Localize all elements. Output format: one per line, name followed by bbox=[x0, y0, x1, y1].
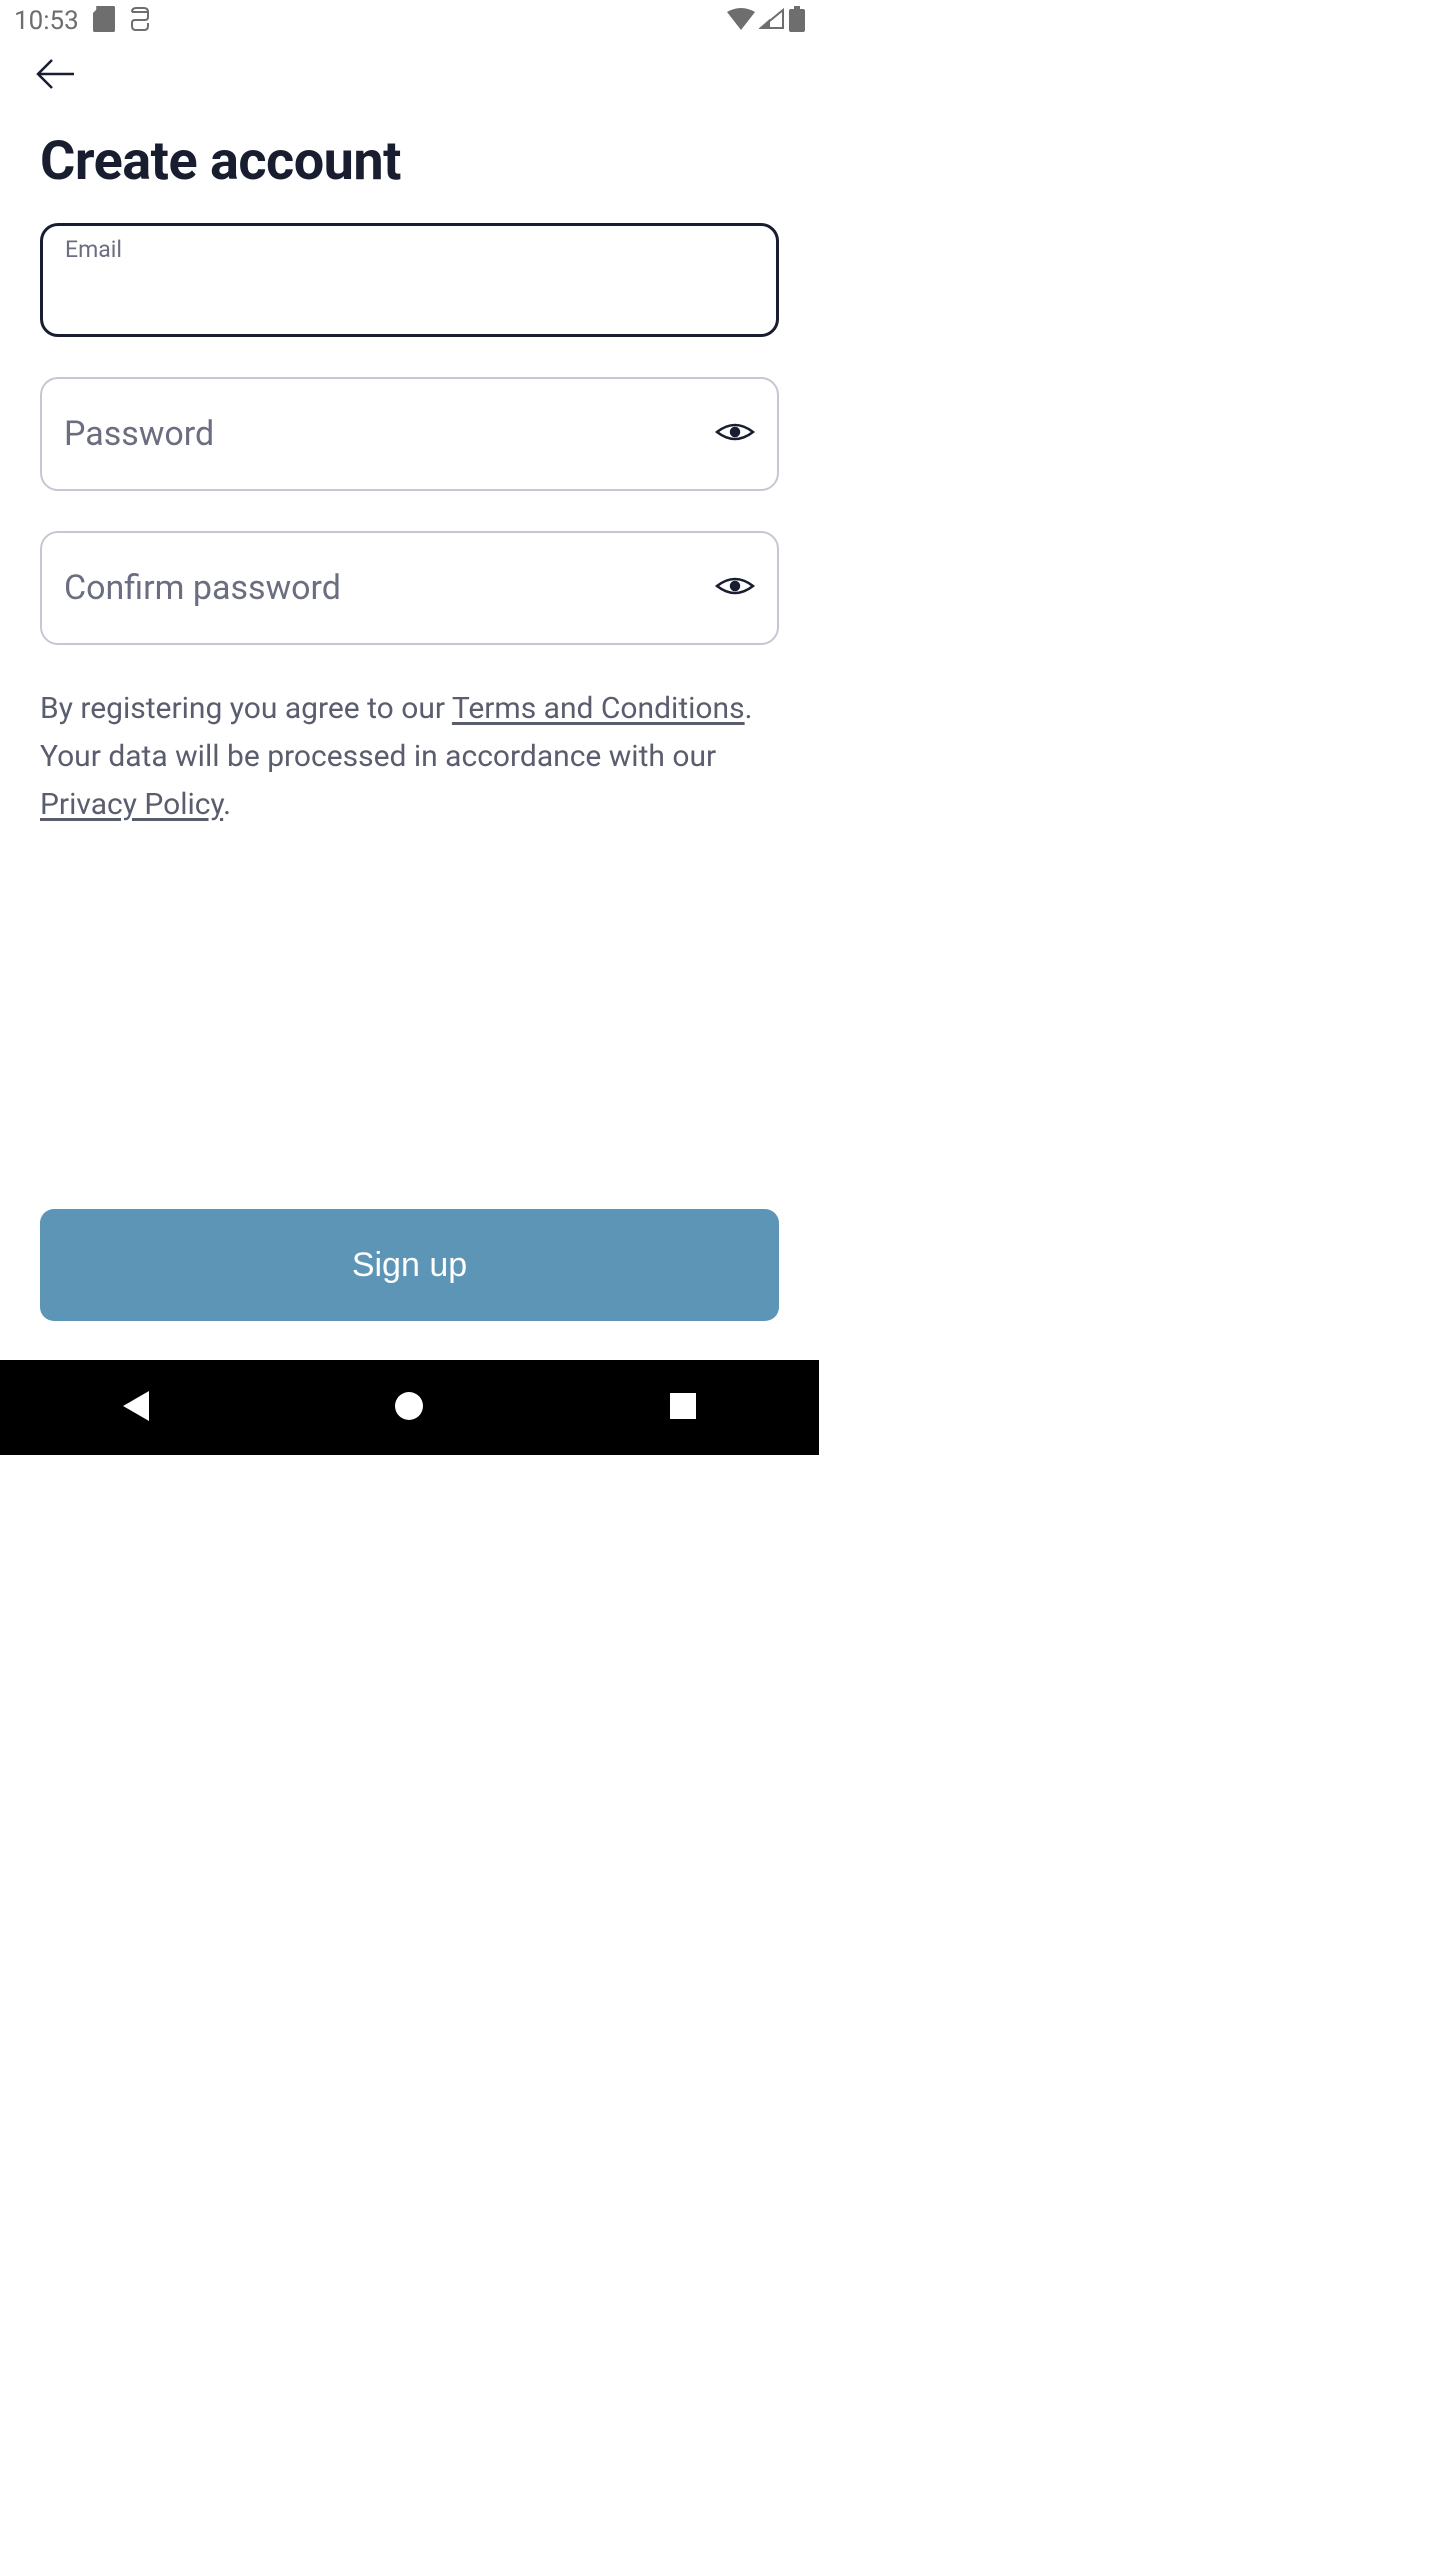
password-field-wrapper[interactable]: Password bbox=[40, 377, 779, 491]
nav-recent-icon[interactable] bbox=[670, 1393, 696, 1423]
confirm-password-field-wrapper[interactable]: Confirm password bbox=[40, 531, 779, 645]
page-title: Create account bbox=[0, 110, 819, 223]
status-bar: 10:53 bbox=[0, 0, 819, 42]
legal-disclaimer: By registering you agree to our Terms an… bbox=[0, 685, 819, 829]
email-field-wrapper[interactable]: Email bbox=[40, 223, 779, 337]
sd-card-icon bbox=[93, 6, 115, 36]
signup-form: Email Password Confirm password bbox=[0, 223, 819, 645]
privacy-link[interactable]: Privacy Policy bbox=[40, 787, 223, 822]
nav-back-icon[interactable] bbox=[123, 1391, 149, 1425]
confirm-password-placeholder: Confirm password bbox=[64, 568, 341, 608]
email-label: Email bbox=[65, 236, 754, 263]
wifi-icon bbox=[727, 8, 755, 34]
back-arrow-icon bbox=[36, 58, 76, 90]
back-button[interactable] bbox=[0, 42, 112, 110]
signal-icon bbox=[759, 8, 785, 34]
android-nav-bar bbox=[0, 1360, 819, 1455]
status-left: 10:53 bbox=[14, 6, 151, 36]
nav-home-icon[interactable] bbox=[395, 1392, 423, 1424]
status-right bbox=[727, 6, 805, 36]
email-input[interactable] bbox=[65, 267, 754, 304]
app-icon bbox=[129, 6, 151, 36]
clock-text: 10:53 bbox=[14, 6, 79, 36]
password-placeholder: Password bbox=[64, 414, 214, 454]
terms-link[interactable]: Terms and Conditions bbox=[452, 691, 745, 726]
show-confirm-password-icon[interactable] bbox=[715, 572, 755, 604]
battery-icon bbox=[789, 6, 805, 36]
legal-prefix: By registering you agree to our bbox=[40, 691, 452, 726]
signup-button[interactable]: Sign up bbox=[40, 1209, 779, 1321]
legal-suffix: . bbox=[223, 787, 231, 822]
show-password-icon[interactable] bbox=[715, 418, 755, 450]
